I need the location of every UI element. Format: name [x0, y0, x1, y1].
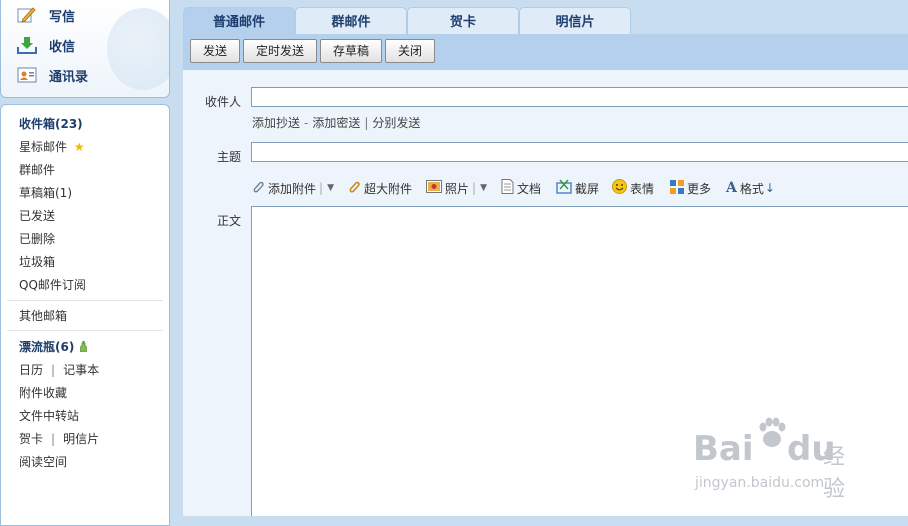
folder-starred-label: 星标邮件 [19, 140, 68, 154]
write-letter-label: 写信 [49, 9, 76, 25]
add-attachment-button[interactable]: 添加附件 | ▼ [251, 179, 334, 197]
large-paperclip-icon [347, 180, 364, 197]
divider-pipe: | [51, 432, 56, 446]
folder-divider [7, 300, 163, 301]
tab-normal-mail[interactable]: 普通邮件 [183, 7, 295, 36]
recipient-input[interactable] [251, 87, 908, 107]
folder-divider [7, 330, 163, 331]
attachment-toolbar: 添加附件 | ▼ 超大附件 照片 | ▼ 文档 截屏 表情 更多 A 格式 ↓ [251, 179, 908, 197]
body-editor[interactable] [251, 206, 908, 516]
save-draft-button[interactable]: 存草稿 [320, 39, 382, 63]
pipe-separator: | [364, 116, 369, 130]
add-attachment-label: 添加附件 [268, 181, 317, 196]
folder-inbox[interactable]: 收件箱(23) [19, 115, 83, 132]
separate-send-link[interactable]: 分别发送 [372, 116, 420, 130]
large-attachment-label: 超大附件 [364, 181, 413, 196]
photo-button[interactable]: 照片 | ▼ [426, 179, 487, 197]
bottle-icon [80, 341, 87, 355]
more-label: 更多 [687, 181, 712, 196]
format-button[interactable]: A 格式 ↓ [726, 179, 775, 197]
chevron-down-icon[interactable]: ▼ [480, 183, 487, 193]
drift-bottle-label: 漂流瓶(6) [19, 340, 75, 354]
calendar-notepad-row: 日历 | 记事本 [19, 361, 99, 378]
receive-mail-icon [17, 36, 37, 54]
document-label: 文档 [517, 181, 542, 196]
write-letter-button[interactable]: 写信 [1, 0, 169, 30]
folder-list: 收件箱(23) 星标邮件 ★ 群邮件 草稿箱(1) 已发送 已删除 垃圾箱 QQ… [0, 104, 170, 526]
receive-mail-button[interactable]: 收信 [1, 30, 169, 60]
smiley-icon [612, 179, 630, 197]
star-icon: ★ [73, 140, 85, 154]
receive-mail-label: 收信 [49, 39, 76, 55]
grid-icon [670, 179, 687, 197]
add-cc-link[interactable]: 添加抄送 [252, 116, 300, 130]
compose-form: 收件人 添加抄送 - 添加密送 | 分别发送 主题 添加附件 | ▼ 超大附件 照片 | ▼ 文… [183, 70, 908, 516]
folder-attachment-collection[interactable]: 附件收藏 [19, 384, 67, 401]
close-button[interactable]: 关闭 [385, 39, 435, 63]
folder-group-mail[interactable]: 群邮件 [19, 161, 55, 178]
tab-greeting-card[interactable]: 贺卡 [407, 7, 519, 35]
cc-options: 添加抄送 - 添加密送 | 分别发送 [252, 114, 420, 131]
folder-file-transfer[interactable]: 文件中转站 [19, 407, 79, 424]
greeting-card-link[interactable]: 贺卡 [19, 432, 43, 446]
subject-input[interactable] [251, 142, 908, 162]
paperclip-icon [251, 180, 268, 197]
folder-trash[interactable]: 垃圾箱 [19, 253, 55, 270]
photo-icon [426, 180, 445, 196]
address-book-label: 通讯录 [49, 69, 89, 85]
folder-subscription[interactable]: QQ邮件订阅 [19, 276, 86, 293]
send-button[interactable]: 发送 [190, 39, 240, 63]
document-button[interactable]: 文档 [501, 179, 541, 197]
screenshot-label: 截屏 [575, 181, 600, 196]
write-letter-icon [17, 6, 37, 24]
divider-pipe: | [51, 363, 56, 377]
document-icon [501, 179, 517, 197]
emoticon-button[interactable]: 表情 [612, 179, 654, 197]
add-bcc-link[interactable]: 添加密送 [312, 116, 360, 130]
photo-label: 照片 [445, 181, 470, 196]
compose-toolbar: 发送 定时发送 存草稿 关闭 [183, 34, 908, 71]
emoticon-label: 表情 [630, 181, 655, 196]
folder-drafts[interactable]: 草稿箱(1) [19, 184, 72, 201]
arrow-down-icon: ↓ [764, 181, 775, 195]
address-book-button[interactable]: 通讯录 [1, 60, 169, 90]
dash-separator: - [304, 116, 309, 130]
folder-sent[interactable]: 已发送 [19, 207, 55, 224]
quick-actions-panel: 写信 收信 通讯录 [0, 0, 170, 98]
chevron-down-icon[interactable]: ▼ [327, 183, 334, 193]
font-format-icon: A [726, 180, 737, 196]
format-label: 格式 [739, 181, 764, 196]
postcard-link[interactable]: 明信片 [63, 432, 99, 446]
tab-group-mail[interactable]: 群邮件 [295, 7, 407, 35]
folder-starred[interactable]: 星标邮件 ★ [19, 138, 85, 155]
folder-deleted[interactable]: 已删除 [19, 230, 55, 247]
body-label: 正文 [216, 214, 241, 228]
compose-tab-bar: 普通邮件 群邮件 贺卡 明信片 [183, 7, 908, 36]
large-attachment-button[interactable]: 超大附件 [347, 179, 412, 197]
screenshot-button[interactable]: 截屏 [556, 179, 599, 197]
calendar-link[interactable]: 日历 [19, 363, 43, 377]
scheduled-send-button[interactable]: 定时发送 [243, 39, 317, 63]
more-button[interactable]: 更多 [670, 179, 711, 197]
scissors-icon [556, 179, 575, 197]
folder-drift-bottle[interactable]: 漂流瓶(6) [19, 338, 87, 355]
folder-reading-space[interactable]: 阅读空间 [19, 453, 67, 470]
notepad-link[interactable]: 记事本 [63, 363, 99, 377]
address-book-icon [17, 66, 37, 84]
recipient-label: 收件人 [204, 95, 241, 109]
folder-other-mailbox[interactable]: 其他邮箱 [19, 307, 67, 324]
card-postcard-row: 贺卡 | 明信片 [19, 430, 99, 447]
tab-postcard[interactable]: 明信片 [519, 7, 631, 35]
subject-label: 主题 [216, 150, 241, 164]
